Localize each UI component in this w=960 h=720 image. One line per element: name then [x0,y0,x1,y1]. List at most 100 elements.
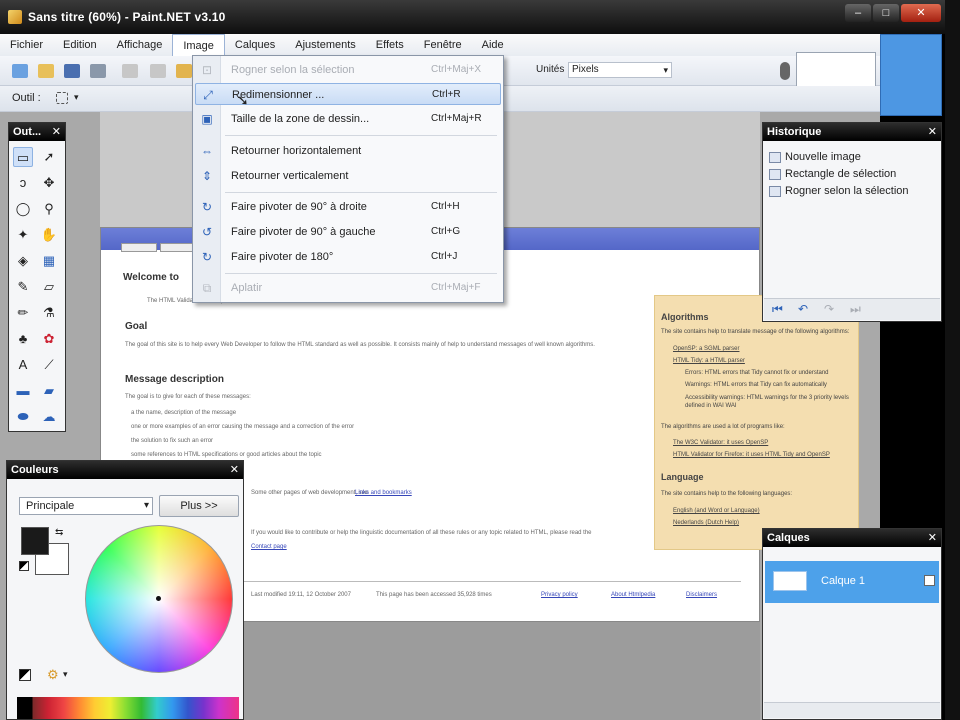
close-icon[interactable]: ✕ [928,529,937,547]
sidebar-language-item[interactable]: Nederlands (Dutch Help) [673,520,739,526]
canvas-size-icon: ▣ [201,112,213,126]
history-item[interactable]: Nouvelle image [769,149,861,165]
new-file-icon[interactable] [12,64,28,78]
clone-stamp-tool-icon[interactable]: ♣ [13,329,33,349]
magic-wand-tool-icon[interactable]: ✦ [13,225,33,245]
eraser-tool-icon[interactable]: ▱ [39,277,59,297]
sidebar-algo-item[interactable]: OpenSP: a SGML parser [673,346,739,352]
swap-colors-icon[interactable]: ⇆ [55,527,63,538]
rounded-rectangle-tool-icon[interactable]: ▰ [39,381,59,401]
webpage-dev-link[interactable]: Links and bookmarks [355,490,412,496]
webpage-sidebar: Algorithms The site contains help to tra… [654,295,859,550]
footer-disclaimers-link[interactable]: Disclaimers [686,592,717,598]
freeform-shape-tool-icon[interactable]: ☁ [39,407,59,427]
color-wheel-cursor[interactable] [156,596,161,601]
color-picker-tool-icon[interactable]: ⚗ [39,303,59,323]
image-tab-strip[interactable] [880,34,942,116]
menu-item-flip-vertical[interactable]: ⇕ Retourner verticalement [195,165,501,187]
copy-icon[interactable] [150,64,166,78]
menu-item-shortcut: Ctrl+J [431,251,458,262]
close-icon[interactable]: ✕ [928,123,937,141]
menu-item-rotate-180[interactable]: ↻ Faire pivoter de 180° Ctrl+J [195,246,501,268]
print-icon[interactable] [90,64,106,78]
webpage-dev-text: Some other pages of web development, see [251,490,369,496]
pencil-tool-icon[interactable]: ✏ [13,303,33,323]
menu-item-canvas-size[interactable]: ▣ Taille de la zone de dessin... Ctrl+Ma… [195,108,501,130]
chevron-down-icon[interactable]: ▾ [74,92,84,106]
zoom-icon[interactable] [780,62,790,80]
chevron-down-icon[interactable]: ▾ [63,669,68,680]
close-icon[interactable]: ✕ [230,461,239,479]
menu-item-rotate-left[interactable]: ↺ Faire pivoter de 90° à gauche Ctrl+G [195,221,501,243]
rewind-icon[interactable]: ⏮ [772,302,783,317]
redo-icon[interactable]: ↷ [824,302,834,316]
menu-item-crop-to-selection[interactable]: ⊡ Rogner selon la sélection Ctrl+Maj+X [195,59,501,81]
webpage-bullet: some references to HTML specifications o… [131,452,322,458]
rectangle-select-tool-icon[interactable]: ▭ [13,147,33,167]
color-mode-icon[interactable] [19,669,31,681]
layer-row[interactable]: Calque 1 [765,561,939,603]
menu-fichier[interactable]: Fichier [0,34,53,56]
reset-colors-icon[interactable] [19,561,29,571]
menu-image[interactable]: Image [172,34,225,56]
close-icon[interactable]: ✕ [52,123,61,141]
color-palette[interactable] [17,697,239,719]
history-item[interactable]: Rectangle de sélection [769,166,896,182]
units-select[interactable]: Pixels [568,62,672,78]
close-button[interactable]: ✕ [901,4,941,22]
pan-tool-icon[interactable]: ✋ [39,225,59,245]
rectangle-tool-icon[interactable]: ▬ [13,381,33,401]
more-colors-button[interactable]: Plus >> [159,495,239,517]
history-item[interactable]: Rogner selon la sélection [769,183,909,199]
zoom-tool-icon[interactable]: ⚲ [39,199,59,219]
webpage-welcome: Welcome to [123,272,179,283]
colors-panel-title-text: Couleurs [11,464,59,476]
menu-item-flatten[interactable]: ⧉ Aplatir Ctrl+Maj+F [195,277,501,299]
ellipse-select-tool-icon[interactable]: ◯ [13,199,33,219]
sidebar-program-item[interactable]: The W3C Validator: it uses OpenSP [673,440,768,446]
menu-calques[interactable]: Calques [225,34,285,56]
recolor-tool-icon[interactable]: ✿ [39,329,59,349]
color-mode-select[interactable]: Principale [19,497,153,515]
primary-color-swatch[interactable] [21,527,49,555]
layers-controls [764,702,940,718]
line-tool-icon[interactable]: ⟋ [39,355,59,375]
sidebar-program-item[interactable]: HTML Validator for Firefox: it uses HTML… [673,452,830,458]
gradient-tool-icon[interactable]: ▦ [39,251,59,271]
palette-menu-icon[interactable]: ⚙ [47,667,59,683]
menu-ajustements[interactable]: Ajustements [285,34,366,56]
webpage-contrib-link[interactable]: Contact page [251,544,287,550]
title-bar: Sans titre (60%) - Paint.NET v3.10 – □ ✕ [0,0,945,34]
open-file-icon[interactable] [38,64,54,78]
lasso-tool-icon[interactable]: ↄ [13,173,33,193]
paste-icon[interactable] [176,64,192,78]
cut-icon[interactable] [122,64,138,78]
menu-affichage[interactable]: Affichage [107,34,173,56]
menu-item-rotate-right[interactable]: ↻ Faire pivoter de 90° à droite Ctrl+H [195,196,501,218]
menu-separator [225,135,497,136]
text-tool-icon[interactable]: A [13,355,33,375]
paintbrush-tool-icon[interactable]: ✎ [13,277,33,297]
menu-aide[interactable]: Aide [472,34,514,56]
menu-item-flip-horizontal[interactable]: ⇔ Retourner horizontalement [195,140,501,162]
menu-edition[interactable]: Edition [53,34,107,56]
sidebar-language-item[interactable]: English (and Word or Language) [673,508,760,514]
menu-effets[interactable]: Effets [366,34,414,56]
new-image-icon [769,151,781,163]
minimize-button[interactable]: – [845,4,871,22]
footer-privacy-link[interactable]: Privacy policy [541,592,578,598]
layer-visibility-checkbox[interactable] [924,575,935,586]
sidebar-algo-item[interactable]: HTML Tidy: a HTML parser [673,358,745,364]
maximize-button[interactable]: □ [873,4,899,22]
menu-fenetre[interactable]: Fenêtre [414,34,472,56]
move-tool-icon[interactable]: ✥ [39,173,59,193]
paint-bucket-tool-icon[interactable]: ◈ [13,251,33,271]
color-wheel[interactable] [85,525,233,673]
selection-mode-icon[interactable] [56,92,68,104]
undo-icon[interactable]: ↶ [798,302,808,316]
save-icon[interactable] [64,64,80,78]
footer-about-link[interactable]: About Htmlpedia [611,592,655,598]
move-selection-tool-icon[interactable]: ➚ [39,147,59,167]
fast-forward-icon[interactable]: ⏭ [850,302,861,317]
ellipse-tool-icon[interactable]: ⬬ [13,407,33,427]
